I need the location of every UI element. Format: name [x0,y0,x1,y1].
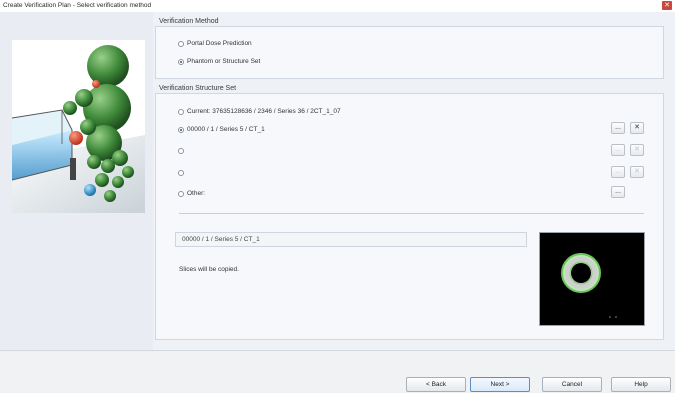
window-title: Create Verification Plan - Select verifi… [3,2,152,9]
wizard-footer: < Back Next > Cancel Help [0,350,675,393]
clear-button-3[interactable]: ✕ [630,166,644,178]
ct-slice-preview [539,232,645,326]
separator [179,213,644,214]
browse-button-3[interactable]: ... [611,166,625,178]
structure-option-1-label[interactable]: 00000 / 1 / Series 5 / CT_1 [187,126,265,133]
clear-button-2[interactable]: ✕ [630,144,644,156]
browse-button-1[interactable]: ... [611,122,625,134]
cancel-button[interactable]: Cancel [542,377,602,392]
side-pane [0,12,153,350]
other-structure-label[interactable]: Other: [187,190,205,197]
structure-option-3-radio[interactable] [178,170,184,176]
close-button[interactable]: ✕ [662,1,672,10]
verification-method-title: Verification Method [159,18,219,25]
selected-structure-value: 00000 / 1 / Series 5 / CT_1 [182,236,260,243]
structure-set-title: Verification Structure Set [159,85,237,92]
clear-button-1[interactable]: ✕ [630,122,644,134]
structure-option-1-radio[interactable] [178,127,184,133]
phantom-structure-radio[interactable] [178,59,184,65]
phantom-illustration [12,40,145,213]
portal-dose-label[interactable]: Portal Dose Prediction [187,40,252,47]
verification-method-group [155,26,664,79]
portal-dose-radio[interactable] [178,41,184,47]
back-button[interactable]: < Back [406,377,466,392]
other-structure-radio[interactable] [178,191,184,197]
phantom-structure-label[interactable]: Phantom or Structure Set [187,58,260,65]
browse-button-2[interactable]: ... [611,144,625,156]
help-button[interactable]: Help [611,377,671,392]
browse-button-other[interactable]: ... [611,186,625,198]
copy-note: Slices will be copied. [179,266,239,273]
structure-option-2-radio[interactable] [178,148,184,154]
selected-structure-field: 00000 / 1 / Series 5 / CT_1 [175,232,527,247]
current-structure-radio[interactable] [178,109,184,115]
next-button[interactable]: Next > [470,377,530,392]
current-structure-label[interactable]: Current: 37635128636 / 2346 / Series 36 … [187,108,341,115]
